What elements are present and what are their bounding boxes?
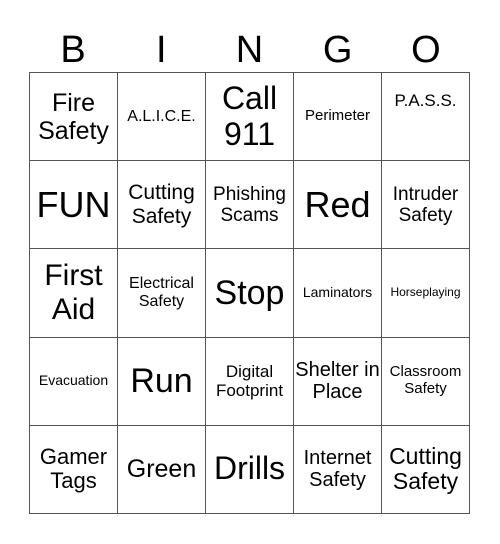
bingo-cell[interactable]: Cutting Safety — [381, 424, 470, 515]
bingo-cell[interactable]: Green — [117, 424, 206, 515]
bingo-row: FUN Cutting Safety Phishing Scams Red Intrud… — [29, 160, 470, 250]
bingo-cell[interactable]: Shelter in Place — [293, 336, 382, 426]
bingo-cell[interactable]: Intruder Safety — [381, 160, 470, 250]
bingo-cell[interactable]: Drills — [205, 424, 294, 515]
bingo-grid: Fire Safety A.L.I.C.E. Call 911 Perimeter P.… — [29, 71, 470, 515]
header-letter-g: G — [322, 29, 353, 71]
bingo-cell[interactable]: Phishing Scams — [205, 160, 294, 250]
bingo-cell[interactable]: Cutting Safety — [117, 160, 206, 250]
bingo-cell[interactable]: A.L.I.C.E. — [117, 71, 206, 162]
header-letter-n: N — [235, 29, 264, 71]
bingo-cell[interactable]: Run — [117, 336, 206, 426]
bingo-cell[interactable]: Stop — [205, 248, 294, 338]
header-letter-i: I — [156, 29, 167, 71]
bingo-cell[interactable]: Call 911 — [205, 71, 294, 162]
bingo-cell[interactable]: P.A.S.S. — [381, 71, 470, 162]
header-letter-b: B — [60, 29, 86, 71]
bingo-cell[interactable]: First Aid — [29, 248, 118, 338]
bingo-row: Gamer Tags Green Drills Internet Safety Cutt… — [29, 424, 470, 515]
bingo-cell[interactable]: Fire Safety — [29, 71, 118, 162]
bingo-row: Fire Safety A.L.I.C.E. Call 911 Perimeter P.… — [29, 71, 470, 162]
bingo-cell[interactable]: Horseplaying — [381, 248, 470, 338]
bingo-cell[interactable]: Laminators — [293, 248, 382, 338]
bingo-cell[interactable]: Evacuation — [29, 336, 118, 426]
header-letter-o: O — [411, 29, 441, 71]
bingo-cell[interactable]: FUN — [29, 160, 118, 250]
bingo-cell[interactable]: Red — [293, 160, 382, 250]
bingo-cell[interactable]: Electrical Safety — [117, 248, 206, 338]
bingo-cell[interactable]: Gamer Tags — [29, 424, 118, 515]
bingo-header: B I N G O — [29, 28, 470, 72]
bingo-cell[interactable]: Perimeter — [293, 71, 382, 162]
bingo-row: First Aid Electrical Safety Stop Laminators… — [29, 248, 470, 338]
bingo-cell[interactable]: Internet Safety — [293, 424, 382, 515]
bingo-cell[interactable]: Digital Footprint — [205, 336, 294, 426]
bingo-cell[interactable]: Classroom Safety — [381, 336, 470, 426]
bingo-row: Evacuation Run Digital Footprint Shelter in… — [29, 336, 470, 426]
